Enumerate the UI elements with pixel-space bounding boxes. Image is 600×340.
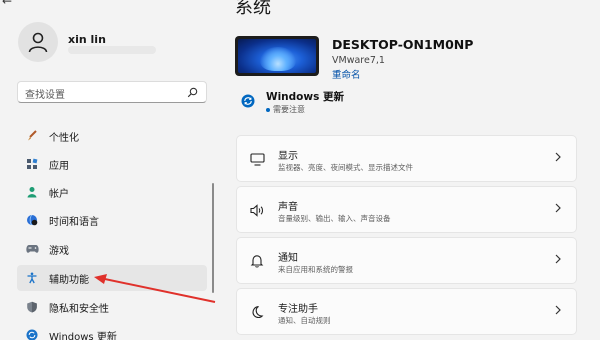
brush-icon	[25, 129, 39, 143]
chevron-right-icon	[555, 152, 561, 162]
card-display[interactable]: 显示 监视器、亮度、夜间模式、显示描述文件	[236, 135, 577, 182]
annotation-arrow-icon	[94, 274, 216, 303]
update-icon	[25, 328, 39, 340]
card-subtitle: 通知、自动规则	[278, 316, 331, 325]
sidebar-item-label: 辅助功能	[49, 274, 89, 286]
device-name: DESKTOP-ON1M0NP	[332, 37, 474, 52]
apps-icon	[25, 157, 39, 171]
search-placeholder: 查找设置	[25, 90, 65, 101]
search-input[interactable]: 查找设置	[17, 81, 207, 103]
card-title: 通知	[278, 253, 298, 264]
card-focus-assist[interactable]: 专注助手 通知、自动规则	[236, 288, 577, 335]
page-title: 系统	[235, 0, 271, 18]
accessibility-icon	[25, 271, 39, 285]
monitor-icon	[249, 151, 265, 167]
back-arrow-icon[interactable]: ←	[2, 0, 12, 8]
search-icon	[187, 87, 198, 98]
card-subtitle: 音量级别、输出、输入、声音设备	[278, 214, 391, 223]
shield-icon	[25, 300, 39, 314]
sidebar-item-apps[interactable]: 应用	[17, 151, 207, 177]
speaker-icon	[249, 202, 265, 218]
card-title: 显示	[278, 151, 298, 162]
sidebar-item-label: Windows 更新	[49, 331, 117, 340]
user-name: xin lin	[68, 33, 106, 46]
card-subtitle: 监视器、亮度、夜间模式、显示描述文件	[278, 163, 413, 172]
sidebar-item-label: 应用	[49, 160, 69, 172]
gamepad-icon	[25, 242, 39, 256]
windows-update-icon[interactable]	[241, 94, 255, 108]
sidebar-item-personalization[interactable]: 个性化	[17, 123, 207, 149]
person-icon	[28, 32, 48, 53]
windows-update-status: 需要注意	[266, 104, 305, 115]
sidebar-item-accounts[interactable]: 帐户	[17, 179, 207, 205]
sidebar-item-time-language[interactable]: 时间和语言	[17, 207, 207, 233]
rename-link[interactable]: 重命名	[332, 67, 361, 81]
account-icon	[25, 185, 39, 199]
chevron-right-icon	[555, 254, 561, 264]
card-sound[interactable]: 声音 音量级别、输出、输入、声音设备	[236, 186, 577, 233]
chevron-right-icon	[555, 203, 561, 213]
sidebar-item-gaming[interactable]: 游戏	[17, 236, 207, 262]
sidebar-item-label: 个性化	[49, 132, 79, 144]
status-dot-icon	[266, 107, 270, 112]
globe-clock-icon	[25, 213, 39, 227]
card-title: 声音	[278, 202, 298, 213]
sidebar-item-label: 帐户	[49, 188, 69, 200]
wallpaper-image	[238, 39, 316, 73]
sidebar-item-label: 时间和语言	[49, 216, 99, 228]
chevron-right-icon	[555, 305, 561, 315]
avatar[interactable]	[18, 22, 58, 62]
card-subtitle: 来自应用和系统的警报	[278, 265, 353, 274]
sidebar-item-label: 游戏	[49, 245, 69, 257]
bell-icon	[249, 253, 265, 269]
device-thumbnail	[235, 36, 319, 76]
card-title: 专注助手	[278, 304, 318, 315]
device-model: VMware7,1	[332, 55, 385, 66]
card-notifications[interactable]: 通知 来自应用和系统的警报	[236, 237, 577, 284]
windows-update-title[interactable]: Windows 更新	[266, 89, 344, 104]
moon-icon	[249, 304, 265, 320]
user-email-redacted	[68, 46, 156, 54]
sidebar-item-windows-update[interactable]: Windows 更新	[17, 322, 207, 340]
